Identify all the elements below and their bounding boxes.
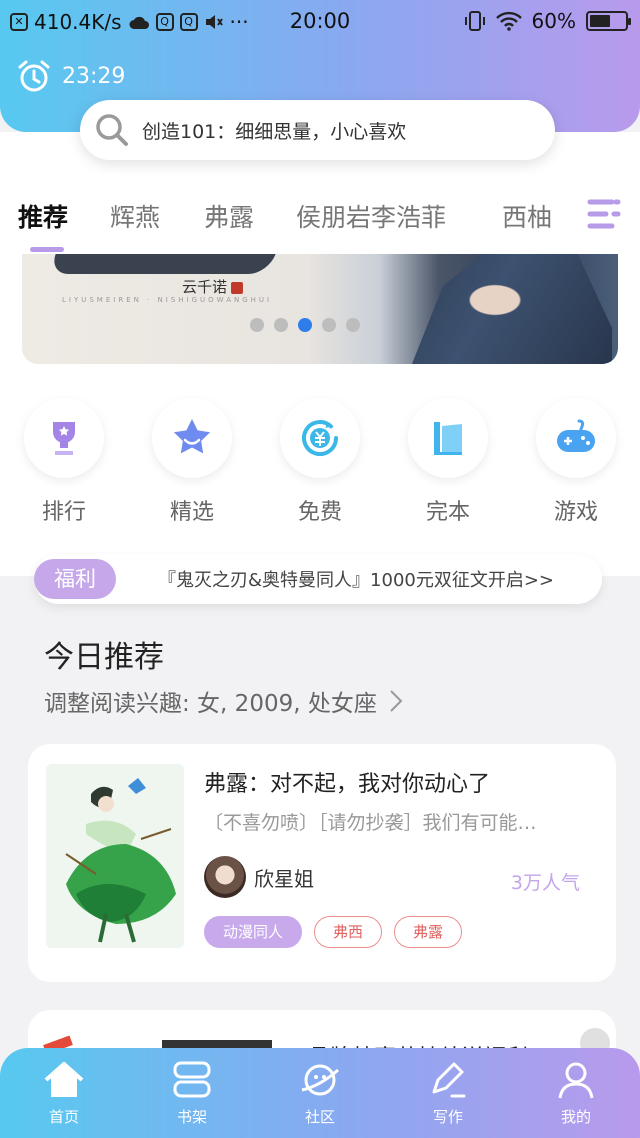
nav-profile-label: 我的 <box>560 1108 591 1126</box>
banner-figure <box>404 254 612 364</box>
reading-time: 23:29 <box>62 63 126 89</box>
carousel-dot[interactable] <box>298 318 312 332</box>
bottom-nav: 首页 书架 社区 写作 我的 <box>0 1048 640 1138</box>
status-right: 60% <box>464 9 631 33</box>
menu-icon[interactable] <box>586 194 622 234</box>
author-name: 欣星姐 <box>254 866 314 891</box>
tag-fuxi[interactable]: 弗西 <box>314 916 383 948</box>
category-ranking-label: 排行 <box>41 500 86 525</box>
reading-timer[interactable]: 23:29 <box>16 58 125 94</box>
tab-huiyan[interactable]: 辉燕 <box>110 198 160 234</box>
alarm-clock-icon <box>18 60 50 92</box>
category-games-label: 游戏 <box>553 500 598 525</box>
reading-interest-link[interactable]: 调整阅读兴趣: 女, 2009, 处女座 <box>44 684 403 718</box>
book-card[interactable]: 弗露：对不起，我对你动心了 〔不喜勿喷〕［请勿抄袭］我们有可能… 欣星姐 3万人… <box>28 744 616 982</box>
section-title: 今日推荐 <box>44 640 164 675</box>
carousel-dots <box>250 318 360 332</box>
tag-fulu[interactable]: 弗露 <box>394 916 463 948</box>
user-icon <box>558 1062 594 1099</box>
banner-calligraphy <box>48 254 276 274</box>
tab-fulu[interactable]: 弗露 <box>204 198 254 234</box>
book-description: 〔不喜勿喷〕［请勿抄袭］我们有可能… <box>204 812 537 834</box>
tag-anime-fanfic[interactable]: 动漫同人 <box>204 916 303 948</box>
tab-xiyou[interactable]: 西柚 <box>502 198 552 234</box>
carousel-dot[interactable] <box>346 318 360 332</box>
nav-profile[interactable]: 我的 <box>536 1060 616 1127</box>
carousel-dot[interactable] <box>322 318 336 332</box>
trophy-icon <box>24 398 104 478</box>
status-bar: ✕ 410.4K/s Q Q ··· 20:00 60% <box>0 0 640 44</box>
welfare-text: 『鬼灭之刃&奥特曼同人』1000元双征文开启>> <box>158 570 555 591</box>
tag-list: 动漫同人 弗西 弗露 <box>204 916 463 948</box>
book-cover <box>46 764 184 948</box>
battery-icon <box>586 11 631 31</box>
tab-recommend[interactable]: 推荐 <box>18 198 68 234</box>
planet-icon <box>301 1064 339 1096</box>
book-icon <box>408 398 488 478</box>
battery-fill <box>590 15 611 27</box>
chevron-right-icon <box>390 690 403 712</box>
author-row[interactable]: 欣星姐 <box>204 856 314 898</box>
nav-write-label: 写作 <box>432 1108 463 1126</box>
category-games[interactable]: 游戏 <box>536 398 616 526</box>
tab-indicator <box>30 247 64 252</box>
welfare-banner[interactable]: 福利 『鬼灭之刃&奥特曼同人』1000元双征文开启>> <box>34 554 602 604</box>
search-placeholder: 创造101：细细思量，小心喜欢 <box>142 120 407 143</box>
avatar <box>204 856 246 898</box>
nav-bookshelf[interactable]: 书架 <box>152 1060 232 1127</box>
carousel-dot[interactable] <box>250 318 264 332</box>
search-icon <box>96 114 128 146</box>
category-row: 排行 精选 免费 完本 游戏 <box>0 398 640 528</box>
vibrate-icon <box>464 11 485 31</box>
search-input[interactable]: 创造101：细细思量，小心喜欢 <box>80 100 555 160</box>
home-icon <box>44 1062 84 1097</box>
pen-icon <box>432 1062 466 1098</box>
carousel-dot[interactable] <box>274 318 288 332</box>
nav-bookshelf-label: 书架 <box>176 1108 207 1126</box>
banner-author: 云千诺 <box>182 276 244 297</box>
banner-carousel[interactable]: 云千诺 LIYUSMEIREN · NISHIGUOWANGHUI <box>22 254 618 364</box>
category-free-label: 免费 <box>297 500 342 525</box>
category-completed[interactable]: 完本 <box>408 398 488 526</box>
popularity: 3万人气 <box>510 872 580 894</box>
yuan-icon <box>280 398 360 478</box>
category-free[interactable]: 免费 <box>280 398 360 526</box>
category-featured-label: 精选 <box>169 500 214 525</box>
nav-community[interactable]: 社区 <box>280 1060 360 1127</box>
book-title: 弗露：对不起，我对你动心了 <box>204 772 491 797</box>
battery-percent: 60% <box>531 9 576 33</box>
category-featured[interactable]: 精选 <box>152 398 232 526</box>
nav-home[interactable]: 首页 <box>24 1060 104 1127</box>
star-icon <box>152 398 232 478</box>
banner-subtitle: LIYUSMEIREN · NISHIGUOWANGHUI <box>62 296 273 304</box>
gamepad-icon <box>536 398 616 478</box>
reading-interest-text: 调整阅读兴趣: 女, 2009, 处女座 <box>44 691 377 717</box>
nav-community-label: 社区 <box>304 1108 335 1126</box>
bookshelf-icon <box>173 1061 211 1098</box>
nav-write[interactable]: 写作 <box>408 1060 488 1127</box>
category-ranking[interactable]: 排行 <box>24 398 104 526</box>
welfare-badge: 福利 <box>34 559 116 599</box>
channel-tabs: 推荐 辉燕 弗露 侯朋岩李浩菲 西柚 <box>0 186 640 252</box>
wifi-icon <box>495 11 522 31</box>
tab-houpengyan[interactable]: 侯朋岩李浩菲 <box>296 198 446 234</box>
category-completed-label: 完本 <box>425 500 470 525</box>
nav-home-label: 首页 <box>48 1108 79 1126</box>
